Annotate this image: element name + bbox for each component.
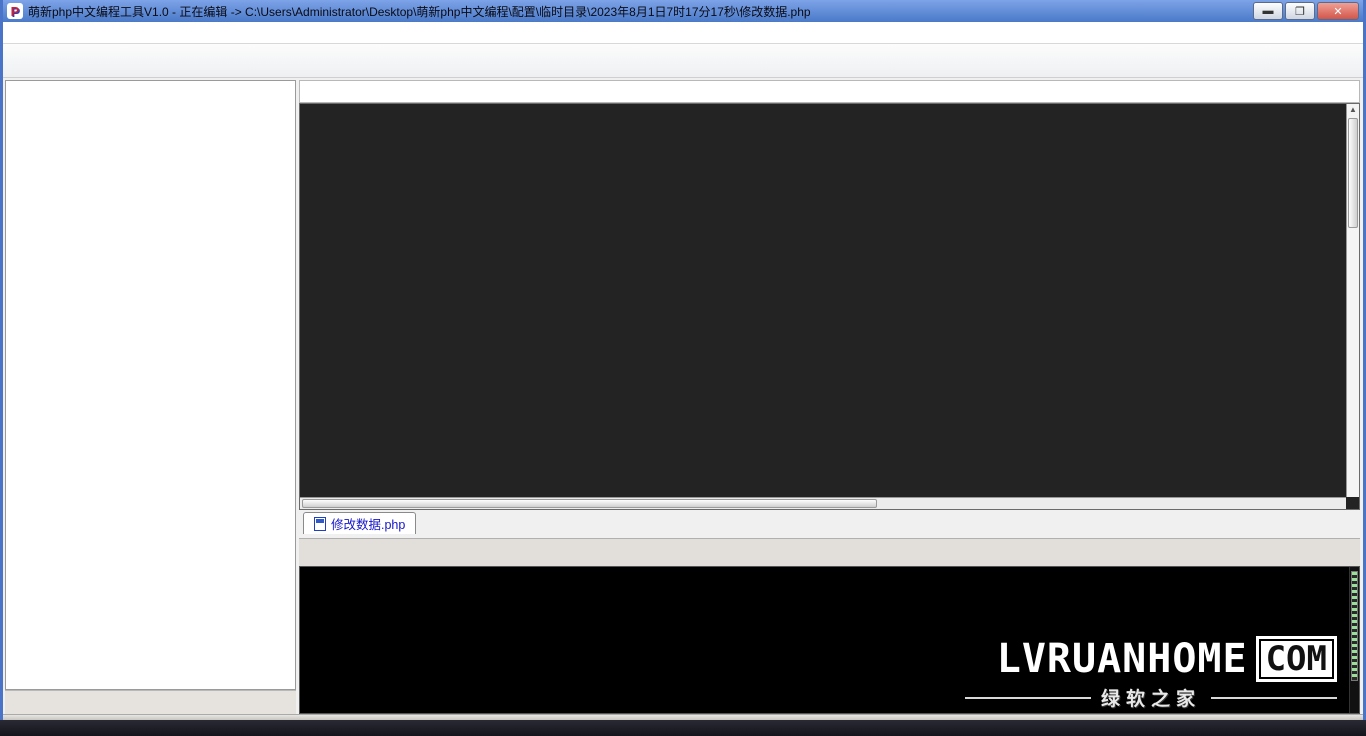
main-area: ▲ 修改数据.php LVRUANHOME COM 绿软之家: [3, 78, 1363, 714]
close-button[interactable]: ✕: [1317, 2, 1359, 20]
minimize-button[interactable]: ▬: [1253, 2, 1283, 20]
hint-text: [300, 567, 1359, 577]
hint-scroll-thumb[interactable]: [1351, 571, 1358, 681]
path-toolbar: [299, 80, 1360, 103]
code-editor[interactable]: ▲: [299, 103, 1360, 510]
editor-vscroll-thumb[interactable]: [1348, 118, 1358, 228]
screen: P 萌新php中文编程工具V1.0 - 正在编辑 -> C:\Users\Adm…: [0, 0, 1366, 736]
taskbar: [0, 720, 1366, 736]
sidebar-tabs: [5, 690, 296, 714]
editor-hscroll-thumb[interactable]: [302, 499, 878, 508]
window-title: 萌新php中文编程工具V1.0 - 正在编辑 -> C:\Users\Admin…: [28, 4, 811, 19]
editor-vertical-scrollbar[interactable]: ▲: [1346, 104, 1359, 497]
restore-button[interactable]: ❐: [1285, 2, 1315, 20]
code-area[interactable]: [300, 104, 1346, 497]
menubar: [3, 22, 1363, 44]
editor-horizontal-scrollbar[interactable]: [300, 497, 1346, 509]
app-logo-icon: P: [7, 3, 23, 19]
file-tab-bar: 修改数据.php: [299, 510, 1360, 534]
hint-scrollbar[interactable]: [1349, 567, 1359, 713]
project-tree-panel: [5, 80, 296, 690]
project-tree: [6, 81, 295, 87]
watermark-box: COM: [1255, 636, 1337, 682]
watermark: LVRUANHOME COM 绿软之家: [965, 636, 1338, 711]
toolbar: [3, 44, 1363, 78]
watermark-subtitle: 绿软之家: [1101, 688, 1202, 710]
app-window: P 萌新php中文编程工具V1.0 - 正在编辑 -> C:\Users\Adm…: [0, 0, 1366, 720]
hint-panel: LVRUANHOME COM 绿软之家: [299, 566, 1360, 714]
watermark-text: LVRUANHOME: [996, 636, 1248, 682]
editor-column: ▲ 修改数据.php LVRUANHOME COM 绿软之家: [297, 78, 1363, 714]
watermark-line: [965, 696, 1091, 699]
scroll-up-icon[interactable]: ▲: [1347, 104, 1359, 116]
titlebar[interactable]: P 萌新php中文编程工具V1.0 - 正在编辑 -> C:\Users\Adm…: [3, 0, 1363, 22]
bottom-panel-tabs: [299, 538, 1360, 566]
project-sidebar: [3, 78, 297, 714]
watermark-line: [1211, 696, 1338, 699]
file-tab-label: 修改数据.php: [331, 518, 406, 532]
file-tab[interactable]: 修改数据.php: [303, 512, 417, 534]
document-icon: [314, 516, 326, 531]
